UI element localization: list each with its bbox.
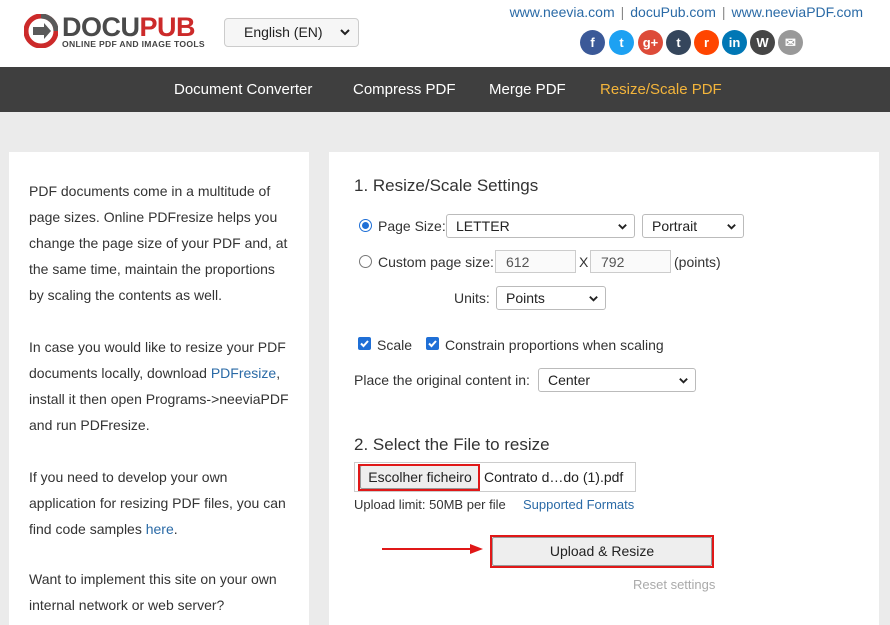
language-select-value: English (EN) bbox=[244, 24, 323, 40]
nav-document-converter[interactable]: Document Converter bbox=[174, 81, 312, 98]
docupub-logo[interactable]: DOCUPUB ONLINE PDF AND IMAGE TOOLS bbox=[24, 12, 205, 53]
intro-paragraph-4: Want to implement this site on your own … bbox=[29, 571, 277, 613]
points-label: (points) bbox=[674, 254, 721, 270]
link-neeviapdf[interactable]: www.neeviaPDF.com bbox=[732, 4, 864, 20]
choose-file-highlight bbox=[358, 464, 480, 491]
nav-resize-scale-pdf[interactable]: Resize/Scale PDF bbox=[600, 81, 722, 98]
logo-arrows-icon bbox=[24, 14, 58, 48]
units-select[interactable]: Points bbox=[496, 286, 606, 310]
google-plus-icon[interactable]: g+ bbox=[638, 30, 663, 55]
constrain-checkbox[interactable] bbox=[426, 337, 439, 350]
main-nav: Document Converter Compress PDF Merge PD… bbox=[0, 67, 890, 112]
place-content-select[interactable]: Center bbox=[538, 368, 696, 392]
chevron-down-icon bbox=[679, 378, 688, 384]
header: DOCUPUB ONLINE PDF AND IMAGE TOOLS Engli… bbox=[0, 0, 890, 67]
selected-file-name: Contrato d…do (1).pdf bbox=[484, 469, 624, 485]
units-label: Units: bbox=[454, 290, 490, 306]
check-icon bbox=[428, 340, 437, 348]
page-size-select[interactable]: LETTER bbox=[446, 214, 635, 238]
intro-paragraph-2: In case you would like to resize your PD… bbox=[29, 339, 289, 433]
reddit-icon[interactable]: r bbox=[694, 30, 719, 55]
arrow-right-icon bbox=[382, 544, 483, 554]
place-content-label: Place the original content in: bbox=[354, 372, 530, 388]
upload-button-highlight bbox=[490, 535, 714, 568]
intro-paragraph-1: PDF documents come in a multitude of pag… bbox=[29, 183, 288, 303]
nav-merge-pdf[interactable]: Merge PDF bbox=[489, 81, 566, 98]
check-icon bbox=[360, 340, 369, 348]
reset-settings-link[interactable]: Reset settings bbox=[633, 577, 715, 592]
scale-label: Scale bbox=[377, 337, 413, 353]
page-size-label: Page Size: bbox=[378, 218, 446, 234]
wordpress-icon[interactable]: W bbox=[750, 30, 775, 55]
code-samples-link[interactable]: here bbox=[146, 521, 174, 537]
intro-panel: PDF documents come in a multitude of pag… bbox=[9, 152, 309, 625]
size-x-label: X bbox=[579, 254, 589, 270]
twitter-icon[interactable]: t bbox=[609, 30, 634, 55]
logo-tagline: ONLINE PDF AND IMAGE TOOLS bbox=[62, 39, 205, 49]
custom-width-input[interactable]: 612 bbox=[495, 250, 576, 273]
supported-formats-link[interactable]: Supported Formats bbox=[523, 497, 634, 512]
logo-wordmark: DOCUPUB bbox=[62, 12, 196, 42]
chevron-down-icon bbox=[589, 296, 598, 302]
chevron-down-icon bbox=[340, 29, 350, 36]
page-size-radio[interactable] bbox=[359, 219, 372, 232]
linkedin-icon[interactable]: in bbox=[722, 30, 747, 55]
select-file-title: 2. Select the File to resize bbox=[354, 435, 550, 454]
email-icon[interactable]: ✉ bbox=[778, 30, 803, 55]
custom-height-input[interactable]: 792 bbox=[590, 250, 671, 273]
tumblr-icon[interactable]: t bbox=[666, 30, 691, 55]
nav-compress-pdf[interactable]: Compress PDF bbox=[353, 81, 456, 98]
pdfresize-link[interactable]: PDFresize bbox=[211, 365, 276, 381]
language-select[interactable]: English (EN) bbox=[224, 18, 359, 47]
custom-size-radio[interactable] bbox=[359, 255, 372, 268]
link-docupub[interactable]: docuPub.com bbox=[630, 4, 716, 20]
constrain-label: Constrain proportions when scaling bbox=[445, 337, 664, 353]
upload-limit-label: Upload limit: 50MB per file bbox=[354, 497, 506, 512]
chevron-down-icon bbox=[618, 224, 627, 230]
facebook-icon[interactable]: f bbox=[580, 30, 605, 55]
custom-size-label: Custom page size: bbox=[378, 254, 494, 270]
link-neevia[interactable]: www.neevia.com bbox=[510, 4, 615, 20]
intro-paragraph-3: If you need to develop your own applicat… bbox=[29, 469, 286, 537]
scale-checkbox[interactable] bbox=[358, 337, 371, 350]
settings-panel: 1. Resize/Scale Settings Page Size: LETT… bbox=[329, 152, 879, 625]
chevron-down-icon bbox=[727, 224, 736, 230]
top-links: www.neevia.com | docuPub.com | www.neeviaPDF… bbox=[509, 4, 864, 20]
orientation-select[interactable]: Portrait bbox=[642, 214, 744, 238]
resize-settings-title: 1. Resize/Scale Settings bbox=[354, 176, 539, 195]
